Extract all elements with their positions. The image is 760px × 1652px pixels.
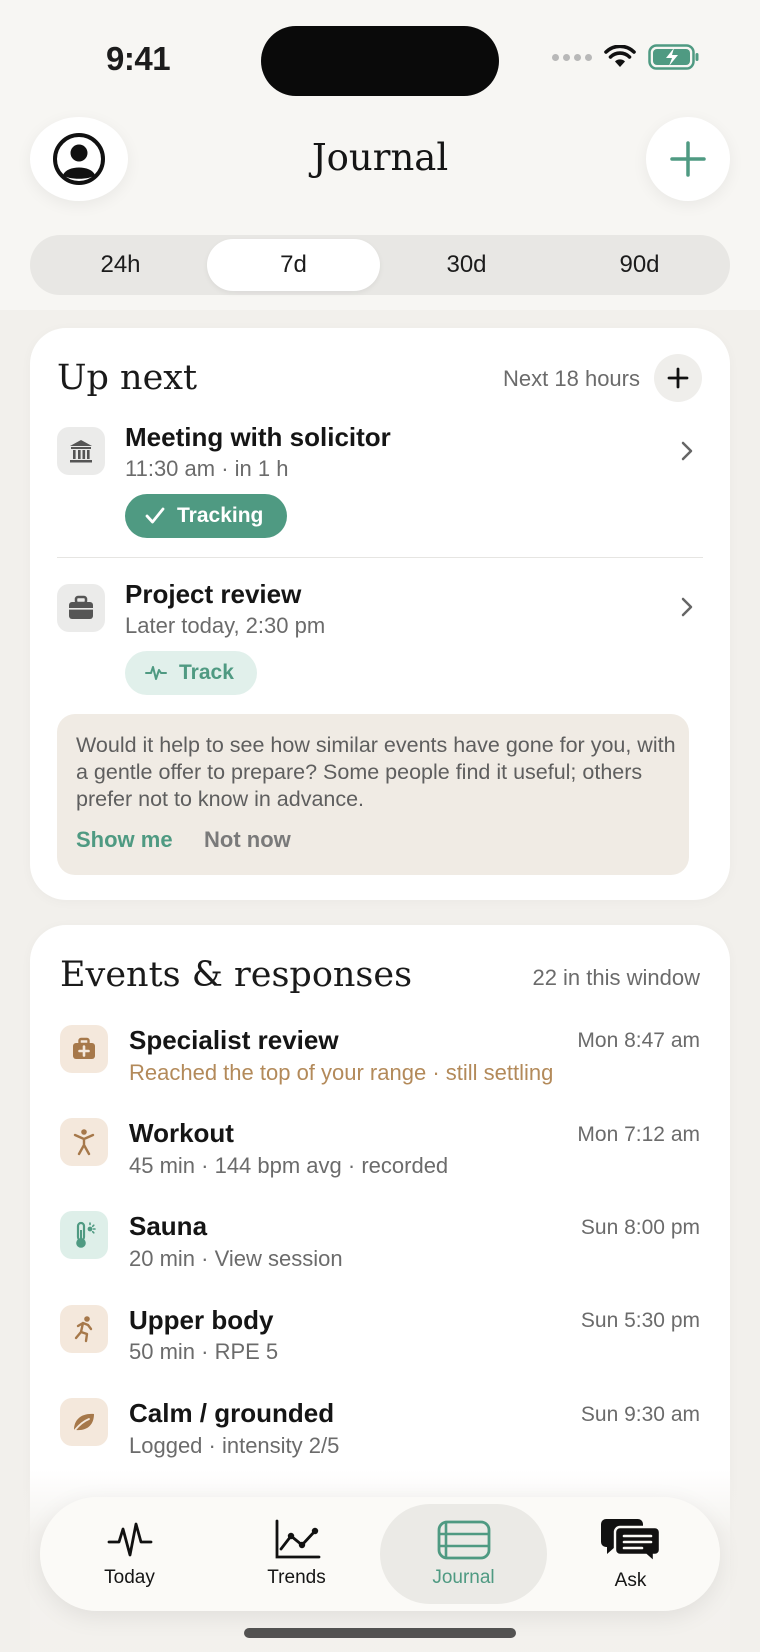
up-next-window: Next 18 hours: [503, 366, 640, 391]
event-title: Specialist review: [129, 1025, 339, 1055]
event-title: Sauna: [129, 1211, 208, 1241]
range-tab-24h[interactable]: 24h: [34, 239, 207, 291]
tracking-label: Tracking: [177, 504, 264, 527]
range-selector: 24h 7d 30d 90d: [30, 235, 730, 295]
leaf-icon: [60, 1398, 108, 1446]
briefcase-icon: [57, 584, 105, 632]
event-time: Sun 5:30 pm: [580, 1309, 700, 1332]
up-next-title: Up next: [57, 358, 198, 398]
tab-today[interactable]: Today: [46, 1504, 213, 1604]
medical-bag-icon: [60, 1025, 108, 1073]
status-time: 9:41: [106, 40, 171, 77]
range-tab-30d[interactable]: 30d: [380, 239, 553, 291]
chevron-right-icon: [681, 597, 693, 617]
event-time: Sun 9:30 am: [580, 1403, 700, 1426]
tab-ask[interactable]: Ask: [547, 1504, 714, 1604]
events-count: 22 in this window: [532, 965, 700, 990]
tab-journal[interactable]: Journal: [380, 1504, 547, 1604]
checkmark-icon: [145, 507, 165, 524]
running-icon: [60, 1305, 108, 1353]
events-title: Events & responses: [60, 955, 413, 995]
dynamic-island: [261, 26, 499, 96]
cellular-signal-icon: [552, 53, 592, 61]
figure-icon: [60, 1118, 108, 1166]
event-time: Mon 8:47 am: [577, 1029, 700, 1052]
battery-charging-icon: [648, 44, 699, 70]
add-upcoming-button[interactable]: [654, 354, 702, 402]
home-indicator[interactable]: [244, 1628, 516, 1638]
thermometer-icon: [60, 1211, 108, 1259]
plus-icon: [667, 367, 689, 389]
tab-label: Today: [104, 1567, 155, 1588]
tab-label: Trends: [267, 1567, 326, 1588]
event-title: Calm / grounded: [129, 1398, 335, 1428]
event-subtitle: 20 min · View session: [129, 1246, 343, 1271]
event-subtitle: 45 min · 144 bpm avg · recorded: [129, 1153, 449, 1178]
event-title: Upper body: [129, 1305, 274, 1335]
event-time: Mon 7:12 am: [577, 1123, 700, 1146]
tracking-toggle[interactable]: Tracking: [125, 494, 287, 538]
tab-bar: Today Trends Journal Ask: [40, 1497, 720, 1611]
add-entry-button[interactable]: [646, 117, 730, 201]
not-now-button[interactable]: Not now: [204, 827, 291, 853]
track-label: Track: [179, 661, 234, 684]
plus-icon: [670, 141, 706, 177]
upcoming-title: Meeting with solicitor: [125, 422, 391, 452]
event-time: Sun 8:00 pm: [580, 1216, 700, 1239]
pulse-icon: [145, 666, 167, 680]
trend-chart-icon: [275, 1519, 320, 1559]
suggestion-box: Would it help to see how similar events …: [57, 714, 689, 875]
wifi-icon: [604, 45, 636, 67]
tab-label: Ask: [614, 1570, 647, 1591]
journal-icon: [437, 1520, 490, 1560]
event-title: Workout: [129, 1118, 234, 1148]
bank-icon: [57, 427, 105, 475]
upcoming-subtitle: Later today, 2:30 pm: [125, 613, 326, 638]
event-subtitle: Logged · intensity 2/5: [129, 1433, 340, 1458]
status-icons: [552, 44, 700, 70]
track-button[interactable]: Track: [125, 651, 257, 695]
range-tab-90d[interactable]: 90d: [553, 239, 726, 291]
event-subtitle: 50 min · RPE 5: [129, 1339, 279, 1364]
range-tab-7d[interactable]: 7d: [207, 239, 380, 291]
event-subtitle: Reached the top of your range · still se…: [129, 1060, 554, 1085]
upcoming-title: Project review: [125, 579, 302, 609]
chevron-right-icon: [681, 441, 693, 461]
tab-label: Journal: [432, 1567, 495, 1588]
pulse-icon: [107, 1522, 152, 1557]
suggestion-text: Would it help to see how similar events …: [76, 733, 676, 811]
up-next-card: Up next Next 18 hours Meeting with solic…: [30, 328, 730, 900]
chat-bubbles-icon: [600, 1519, 661, 1564]
upcoming-subtitle: 11:30 am · in 1 h: [125, 456, 289, 481]
divider: [57, 557, 703, 558]
tab-trends[interactable]: Trends: [213, 1504, 380, 1604]
show-me-button[interactable]: Show me: [76, 827, 173, 853]
